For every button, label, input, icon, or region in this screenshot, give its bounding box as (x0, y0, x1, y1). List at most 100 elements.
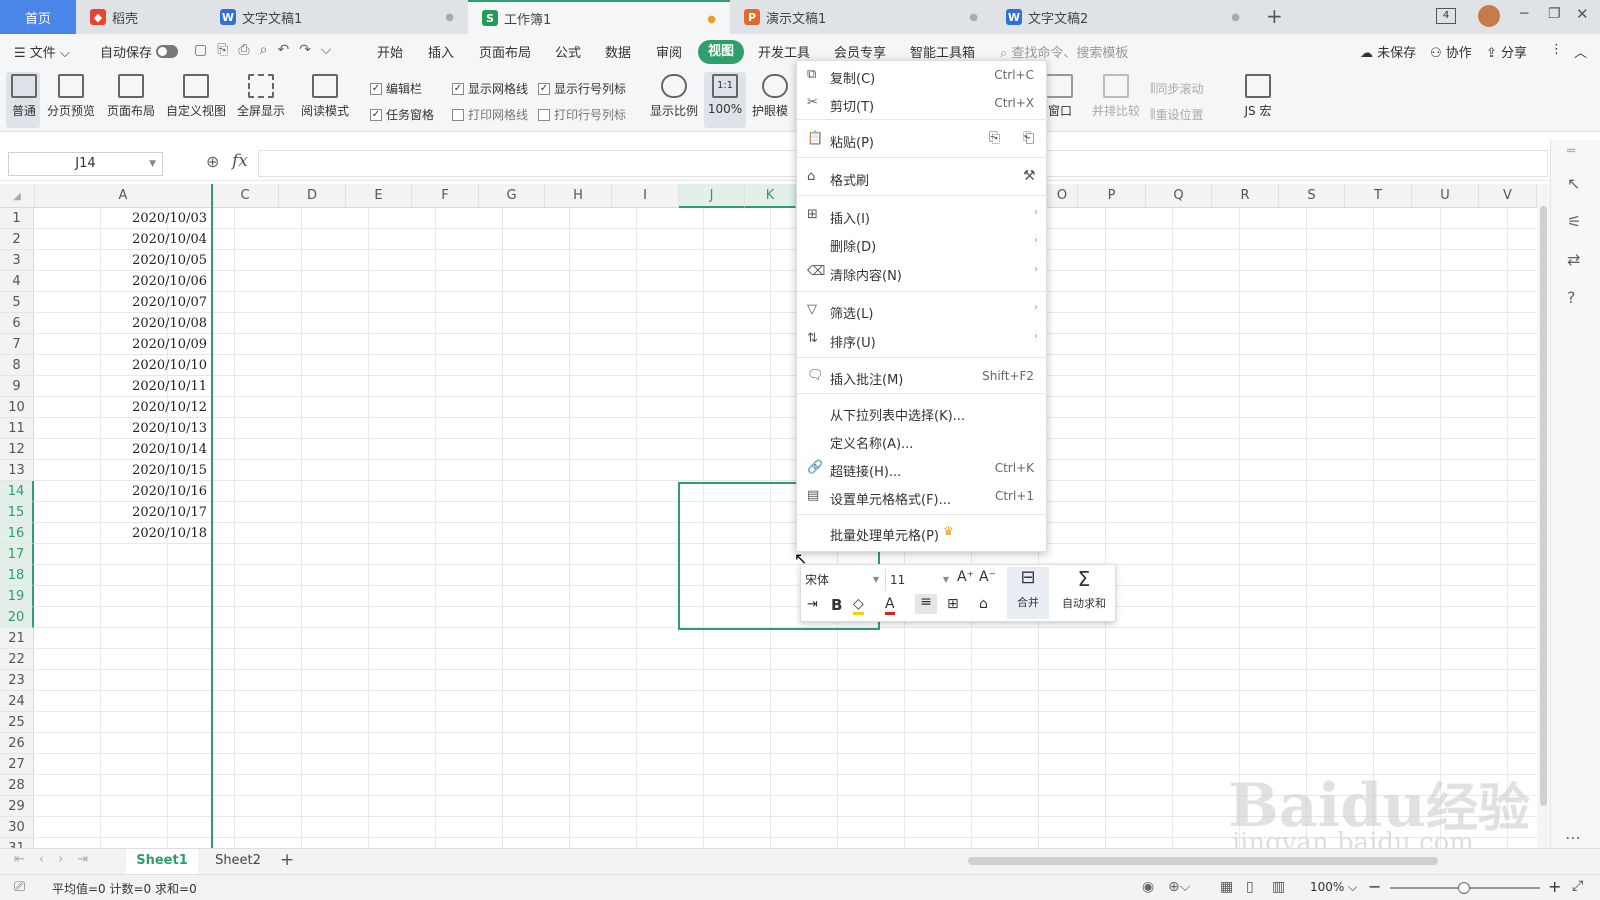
new-tab-icon[interactable]: + (1266, 4, 1283, 28)
col-header[interactable]: D (279, 184, 346, 208)
autosum-button[interactable]: Σ 自动求和 (1053, 567, 1115, 619)
col-header-selected[interactable]: J (679, 184, 745, 208)
date-cell[interactable]: 2020/10/13 (35, 418, 211, 439)
format-cells-item[interactable]: ▤ 设置单元格格式(F)... Ctrl+1 (797, 484, 1048, 510)
collab-button[interactable]: ⚇ 协作 (1430, 42, 1472, 61)
row-header[interactable]: 30 (0, 817, 34, 838)
transform-icon[interactable]: ⇄ (1567, 250, 1580, 269)
col-header[interactable]: C (212, 184, 279, 208)
collapse-ribbon-icon[interactable]: ︿ (1574, 42, 1587, 61)
date-cell[interactable]: 2020/10/16 (35, 481, 211, 502)
custom-view-button[interactable]: 自定义视图 (162, 74, 230, 119)
date-cell[interactable]: 2020/10/11 (35, 376, 211, 397)
eye-protect-icon[interactable]: ◉ (1142, 879, 1154, 895)
more-icon[interactable]: ⋮ (1550, 42, 1563, 57)
row-header[interactable]: 18 (0, 565, 34, 586)
settings-slider-icon[interactable]: ⚟ (1567, 212, 1581, 231)
search-box[interactable]: ⌕ 查找命令、搜索模板 (1000, 42, 1128, 61)
menu-formula[interactable]: 公式 (555, 42, 581, 61)
batch-process-item[interactable]: 批量处理单元格(P) ♛ (797, 520, 1048, 546)
row-header[interactable]: 16 (0, 523, 34, 544)
sheet-tab-active[interactable]: Sheet1 (126, 849, 198, 874)
show-grid-checkbox[interactable]: ✓ 显示网格线 (452, 80, 528, 97)
zoom-formula-icon[interactable]: ⊕ (206, 152, 219, 171)
date-cell[interactable]: 2020/10/08 (35, 313, 211, 334)
date-cell[interactable]: 2020/10/04 (35, 229, 211, 250)
date-cell[interactable]: 2020/10/18 (35, 523, 211, 544)
decrease-font-icon[interactable]: A⁻ (979, 569, 996, 585)
close-icon[interactable]: ● (445, 12, 454, 23)
input-method-icon[interactable]: ⊕⌵ (1168, 879, 1190, 895)
close-icon[interactable]: ● (1231, 12, 1240, 23)
col-header[interactable]: F (412, 184, 479, 208)
col-header[interactable]: I (612, 184, 679, 208)
sort-item[interactable]: ⇅ 排序(U) › (797, 327, 1048, 353)
date-cell[interactable]: 2020/10/06 (35, 271, 211, 292)
zoom-level[interactable]: 100% ⌵ (1310, 880, 1357, 895)
menu-view[interactable]: 视图 (698, 40, 744, 64)
close-icon[interactable]: ● (969, 12, 978, 23)
date-cell[interactable]: 2020/10/10 (35, 355, 211, 376)
col-header[interactable]: T (1345, 184, 1412, 208)
wrap-icon[interactable]: ⇥ (807, 597, 818, 612)
close-window-icon[interactable]: ✕ (1576, 5, 1589, 23)
side-by-side-button[interactable]: 并排比较 (1086, 74, 1146, 119)
font-select[interactable]: 宋体 ▼ (805, 569, 881, 591)
increase-font-icon[interactable]: A⁺ (957, 569, 974, 585)
menu-smart-tools[interactable]: 智能工具箱 (910, 42, 975, 61)
insert-item[interactable]: ⊞ 插入(I) › (797, 203, 1048, 229)
date-cell[interactable]: 2020/10/03 (35, 208, 211, 229)
quick-access-icons[interactable]: ▢⎘⎙⌕↶↷⌵ (194, 42, 342, 58)
row-header[interactable]: 17 (0, 544, 34, 565)
show-headers-checkbox[interactable]: ✓ 显示行号列标 (538, 80, 626, 97)
normal-view-icon[interactable]: ▦ (1220, 879, 1233, 895)
menu-developer[interactable]: 开发工具 (758, 42, 810, 61)
fullscreen-button[interactable]: 全屏显示 (234, 74, 288, 119)
menu-review[interactable]: 审阅 (656, 42, 682, 61)
js-macro-button[interactable]: JS 宏 (1232, 74, 1284, 119)
row-header[interactable]: 9 (0, 376, 34, 397)
date-cell[interactable]: 2020/10/17 (35, 502, 211, 523)
menu-insert[interactable]: 插入 (428, 42, 454, 61)
tab-home[interactable]: 首页 (0, 0, 76, 34)
col-header[interactable]: V (1479, 184, 1537, 208)
vertical-scrollbar[interactable] (1537, 184, 1550, 848)
horizontal-scrollbar[interactable] (920, 856, 1520, 866)
row-header[interactable]: 2 (0, 229, 34, 250)
row-header[interactable]: 1 (0, 208, 34, 229)
tab-docer[interactable]: ◆ 稻壳 (76, 0, 206, 34)
row-header[interactable]: 22 (0, 649, 34, 670)
row-header[interactable]: 24 (0, 691, 34, 712)
fill-color-icon[interactable]: ◇ (853, 596, 864, 615)
date-cell[interactable]: 2020/10/12 (35, 397, 211, 418)
row-header[interactable]: 8 (0, 355, 34, 376)
menu-data[interactable]: 数据 (605, 42, 631, 61)
row-header[interactable]: 19 (0, 586, 34, 607)
hyperlink-item[interactable]: 🔗 超链接(H)... Ctrl+K (797, 456, 1048, 482)
delete-item[interactable]: 删除(D) › (797, 231, 1048, 257)
paste-special-icon[interactable]: ⎗ (1023, 130, 1034, 146)
print-grid-checkbox[interactable]: 打印网格线 (452, 106, 528, 123)
row-header[interactable]: 26 (0, 733, 34, 754)
select-all-corner[interactable]: ◢ (0, 184, 35, 208)
row-header[interactable]: 4 (0, 271, 34, 292)
restore-icon[interactable]: ❐ (1548, 6, 1561, 22)
name-box[interactable]: J14 ▼ (8, 152, 163, 176)
col-header[interactable]: H (545, 184, 612, 208)
reset-position-button[interactable]: ⫼ 重设位置 (1150, 106, 1204, 123)
print-headers-checkbox[interactable]: 打印行号列标 (538, 106, 626, 123)
edit-bar-checkbox[interactable]: ✓ 编辑栏 (370, 80, 422, 97)
date-cell[interactable]: 2020/10/07 (35, 292, 211, 313)
paste-values-icon[interactable]: ⎘ (989, 130, 1000, 146)
row-header[interactable]: 15 (0, 502, 34, 523)
date-cell[interactable]: 2020/10/09 (35, 334, 211, 355)
share-button[interactable]: ⇪ 分享 (1486, 42, 1527, 61)
col-header[interactable]: U (1412, 184, 1479, 208)
row-header[interactable]: 25 (0, 712, 34, 733)
cursor-icon[interactable]: ↖ (1567, 174, 1580, 193)
border-icon[interactable]: ⊞ (947, 596, 959, 612)
row-header[interactable]: 5 (0, 292, 34, 313)
date-cell[interactable]: 2020/10/14 (35, 439, 211, 460)
row-header[interactable]: 12 (0, 439, 34, 460)
col-header[interactable]: A (35, 184, 212, 208)
